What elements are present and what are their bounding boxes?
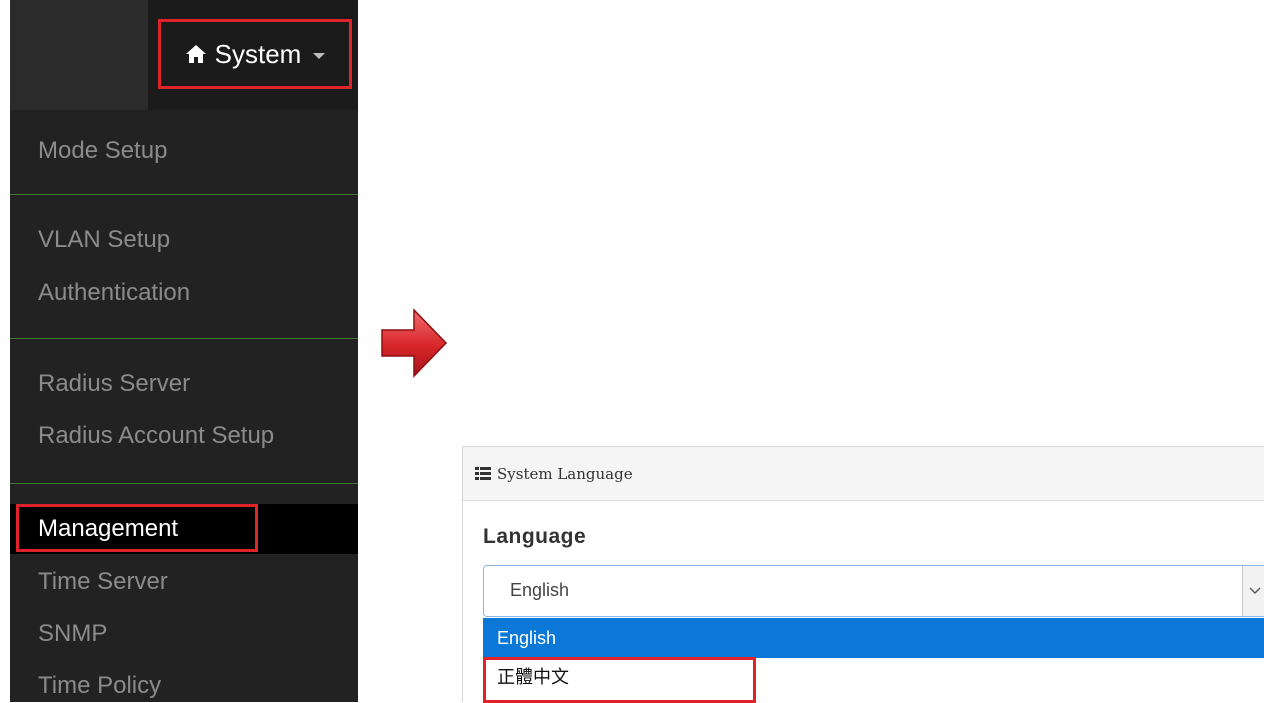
menu-item-vlan-setup[interactable]: VLAN Setup xyxy=(10,226,358,254)
chevron-down-icon[interactable] xyxy=(1242,566,1264,616)
arrow-right-icon xyxy=(380,306,450,385)
menu-item-time-policy[interactable]: Time Policy xyxy=(10,672,358,700)
menu-item-snmp[interactable]: SNMP xyxy=(10,620,358,648)
panel-title: System Language xyxy=(497,464,633,483)
menu-item-management[interactable]: Management xyxy=(10,504,358,554)
menu-item-radius-server[interactable]: Radius Server xyxy=(10,370,358,398)
menu-item-time-server[interactable]: Time Server xyxy=(10,568,358,596)
menu-divider xyxy=(10,338,358,339)
menu-topbar-left xyxy=(10,0,148,110)
panel-header: System Language xyxy=(463,447,1264,501)
system-menu-button[interactable]: System xyxy=(158,19,352,89)
menu-divider xyxy=(10,194,358,195)
home-icon xyxy=(185,44,207,64)
language-option-traditional-chinese[interactable]: 正體中文 xyxy=(483,658,1264,698)
caret-down-icon xyxy=(313,53,326,59)
system-language-panel: System Language Language English English… xyxy=(462,446,1264,703)
menu-item-authentication[interactable]: Authentication xyxy=(10,279,358,307)
system-menu-panel: System Mode Setup VLAN Setup Authenticat… xyxy=(10,0,358,702)
language-label: Language xyxy=(483,525,587,548)
list-icon xyxy=(475,467,491,480)
menu-item-radius-account-setup[interactable]: Radius Account Setup xyxy=(10,422,358,450)
menu-divider xyxy=(10,483,358,484)
menu-item-mode-setup[interactable]: Mode Setup xyxy=(10,137,358,165)
system-menu-label: System xyxy=(214,38,302,69)
language-option-english[interactable]: English xyxy=(483,618,1264,658)
language-dropdown-list: English 正體中文 xyxy=(483,618,1264,703)
language-select-value: English xyxy=(510,580,570,600)
language-select[interactable]: English xyxy=(483,565,1264,617)
